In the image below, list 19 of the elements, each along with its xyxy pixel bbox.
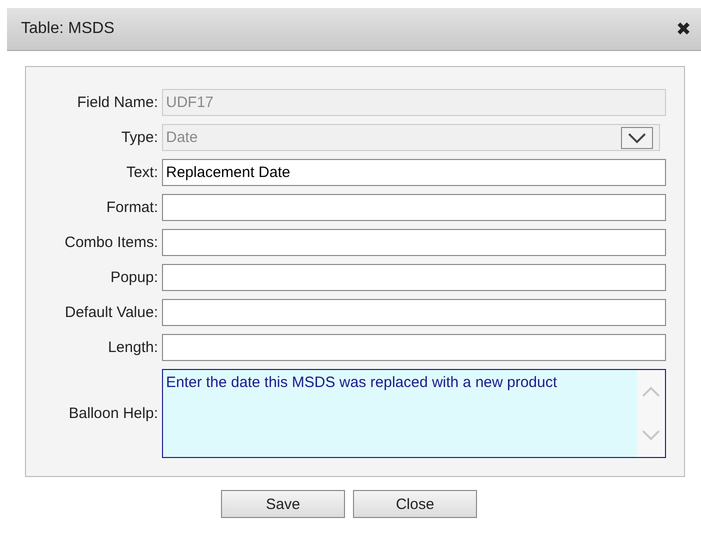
- field-label: Default Value:: [64, 304, 158, 321]
- close-dialog-button[interactable]: Close: [353, 490, 477, 518]
- text-field[interactable]: [162, 229, 666, 256]
- text-field[interactable]: [162, 264, 666, 291]
- field-label: Combo Items:: [64, 234, 158, 251]
- field-label: Length:: [106, 339, 158, 356]
- close-button[interactable]: ✖: [676, 18, 691, 40]
- field-label: Format:: [105, 199, 158, 216]
- text-field[interactable]: [162, 194, 666, 221]
- text-field[interactable]: [162, 334, 666, 361]
- field-label: Balloon Help:: [68, 405, 158, 422]
- text-field[interactable]: Replacement Date: [162, 159, 666, 186]
- window-title: Table: MSDS: [21, 20, 114, 38]
- field-label: Text:: [125, 164, 158, 181]
- save-button[interactable]: Save: [221, 490, 345, 518]
- field-label: Field Name:: [76, 94, 158, 111]
- field-label: Type:: [120, 129, 158, 146]
- text-field[interactable]: [162, 299, 666, 326]
- field-label: Popup:: [109, 269, 158, 286]
